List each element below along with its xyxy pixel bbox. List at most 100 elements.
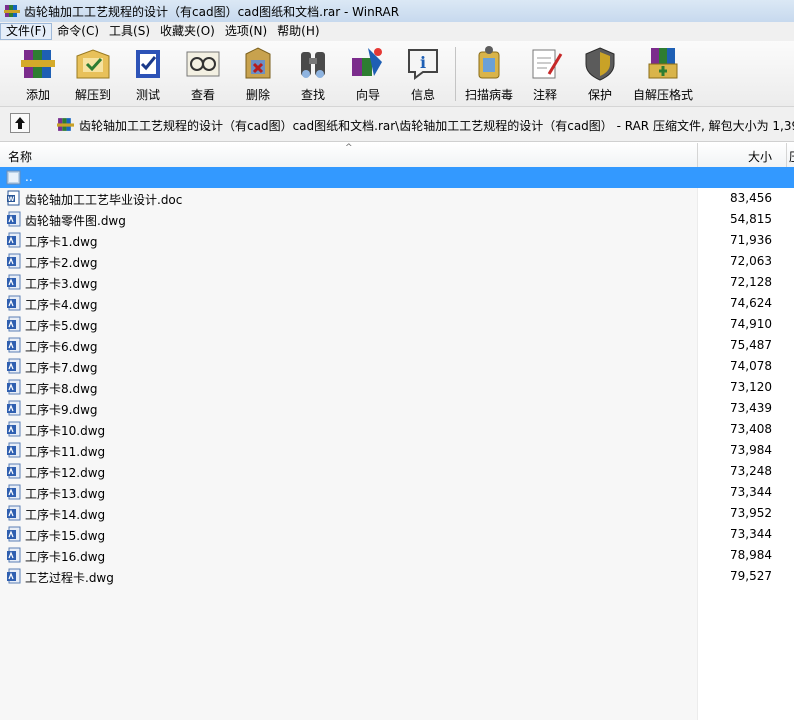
file-name: 工序卡13.dwg (25, 487, 106, 501)
file-rows: .. W 齿轮轴加工工艺毕业设计.doc 83,456 齿轮轴零件图.dwg 54,815… (0, 167, 794, 587)
find-label: 查找 (300, 88, 325, 102)
file-name: 工序卡14.dwg (25, 508, 106, 522)
window-title: 齿轮轴加工工艺规程的设计（有cad图）cad图纸和文档.rar - WinRAR (24, 4, 400, 19)
file-row[interactable]: 齿轮轴零件图.dwg 54,815 (0, 209, 794, 230)
file-size: 73,952 (730, 506, 772, 520)
file-name: 工序卡12.dwg (25, 466, 106, 480)
file-row[interactable]: 工序卡12.dwg 73,248 (0, 461, 794, 482)
svg-text:W: W (8, 196, 15, 203)
file-row[interactable]: .. (0, 167, 794, 188)
dwg-file-icon (6, 253, 21, 269)
virus-scan-icon (478, 46, 500, 79)
file-name: 工序卡1.dwg (25, 235, 98, 249)
file-row[interactable]: 工序卡8.dwg 73,120 (0, 377, 794, 398)
column-name-header[interactable]: 名称 (8, 148, 32, 165)
dwg-file-icon (6, 211, 21, 227)
test-icon (136, 50, 160, 78)
dwg-file-icon (6, 400, 21, 416)
menu-options[interactable]: 选项(N) (220, 23, 272, 40)
file-list[interactable]: .. W 齿轮轴加工工艺毕业设计.doc 83,456 齿轮轴零件图.dwg 54,815… (0, 167, 794, 720)
file-size: 78,984 (730, 548, 772, 562)
sfx-icon (648, 48, 678, 79)
test-button[interactable]: 测试 (121, 44, 175, 104)
file-row[interactable]: 工序卡2.dwg 72,063 (0, 251, 794, 272)
extract-to-button[interactable]: 解压到 (66, 44, 120, 104)
file-name: 工序卡3.dwg (25, 277, 98, 291)
comment-button[interactable]: 注释 (518, 44, 572, 104)
dwg-file-icon (6, 484, 21, 500)
file-name: 工序卡15.dwg (25, 529, 106, 543)
file-row[interactable]: 工序卡9.dwg 73,439 (0, 398, 794, 419)
file-row[interactable]: 工序卡14.dwg 73,952 (0, 503, 794, 524)
extract-to-label: 解压到 (74, 88, 111, 102)
add-button[interactable]: 添加 (11, 44, 65, 104)
word-doc-icon: W (6, 190, 21, 206)
file-row[interactable]: 工序卡10.dwg 73,408 (0, 419, 794, 440)
file-name: 工序卡9.dwg (25, 403, 98, 417)
file-name: 齿轮轴加工工艺毕业设计.doc (25, 193, 183, 207)
file-name: 工序卡16.dwg (25, 550, 106, 564)
file-row[interactable]: 工序卡13.dwg 73,344 (0, 482, 794, 503)
file-name: 工序卡4.dwg (25, 298, 98, 312)
dwg-file-icon (6, 526, 21, 542)
dwg-file-icon (6, 568, 21, 584)
file-row[interactable]: 工序卡16.dwg 78,984 (0, 545, 794, 566)
toolbar: 添加 解压到 测试 查看 删除 查找 向导 i 信息 扫描病毒 注释 保护 自解… (0, 41, 794, 107)
delete-button[interactable]: 删除 (231, 44, 285, 104)
dwg-file-icon (6, 358, 21, 374)
protect-button[interactable]: 保护 (573, 44, 627, 104)
file-row[interactable]: 工序卡15.dwg 73,344 (0, 524, 794, 545)
dwg-file-icon (6, 421, 21, 437)
column-divider[interactable] (786, 143, 787, 167)
file-row[interactable]: 工序卡3.dwg 72,128 (0, 272, 794, 293)
find-button[interactable]: 查找 (286, 44, 340, 104)
file-row[interactable]: 工序卡1.dwg 71,936 (0, 230, 794, 251)
file-name: 工序卡7.dwg (25, 361, 98, 375)
file-row[interactable]: 工序卡5.dwg 74,910 (0, 314, 794, 335)
comment-icon (532, 49, 563, 79)
archive-path: 齿轮轴加工工艺规程的设计（有cad图）cad图纸和文档.rar\齿轮轴加工工艺规… (79, 119, 794, 133)
file-row[interactable]: 工序卡7.dwg 74,078 (0, 356, 794, 377)
sfx-button[interactable]: 自解压格式 (630, 44, 696, 104)
view-icon (186, 51, 220, 77)
file-size: 73,439 (730, 401, 772, 415)
file-row[interactable]: 工艺过程卡.dwg 79,527 (0, 566, 794, 587)
menu-tools[interactable]: 工具(S) (104, 23, 155, 40)
view-button[interactable]: 查看 (176, 44, 230, 104)
file-row[interactable]: 工序卡11.dwg 73,984 (0, 440, 794, 461)
menu-file[interactable]: 文件(F) (0, 23, 53, 40)
file-size: 54,815 (730, 212, 772, 226)
wizard-button[interactable]: 向导 (341, 44, 395, 104)
winrar-books-icon (4, 5, 20, 17)
file-name: 工序卡11.dwg (25, 445, 106, 459)
info-button[interactable]: i 信息 (396, 44, 450, 104)
file-row[interactable]: W 齿轮轴加工工艺毕业设计.doc 83,456 (0, 188, 794, 209)
column-size-header[interactable]: 大小 (748, 148, 772, 165)
file-size: 73,120 (730, 380, 772, 394)
test-label: 测试 (135, 88, 160, 102)
dwg-file-icon (6, 379, 21, 395)
file-row[interactable]: 工序卡6.dwg 75,487 (0, 335, 794, 356)
menu-help[interactable]: 帮助(H) (272, 23, 324, 40)
dwg-file-icon (6, 295, 21, 311)
sfx-label: 自解压格式 (632, 88, 693, 102)
up-folder-button[interactable] (10, 113, 30, 133)
virus-scan-button[interactable]: 扫描病毒 (462, 44, 516, 104)
menu-favorites[interactable]: 收藏夹(O) (155, 23, 220, 40)
file-name: 工艺过程卡.dwg (25, 571, 114, 585)
menu-commands[interactable]: 命令(C) (52, 23, 104, 40)
file-size: 73,984 (730, 443, 772, 457)
delete-label: 删除 (245, 88, 270, 102)
dwg-file-icon (6, 316, 21, 332)
column-packed-header[interactable]: 压 (789, 148, 794, 165)
column-divider[interactable] (697, 143, 698, 167)
file-name: 齿轮轴零件图.dwg (25, 214, 126, 228)
file-row[interactable]: 工序卡4.dwg 74,624 (0, 293, 794, 314)
file-size: 74,624 (730, 296, 772, 310)
file-size: 79,527 (730, 569, 772, 583)
sort-ascending-icon: ^ (345, 143, 353, 153)
file-size: 71,936 (730, 233, 772, 247)
file-size: 73,408 (730, 422, 772, 436)
file-size: 73,248 (730, 464, 772, 478)
file-name: 工序卡5.dwg (25, 319, 98, 333)
